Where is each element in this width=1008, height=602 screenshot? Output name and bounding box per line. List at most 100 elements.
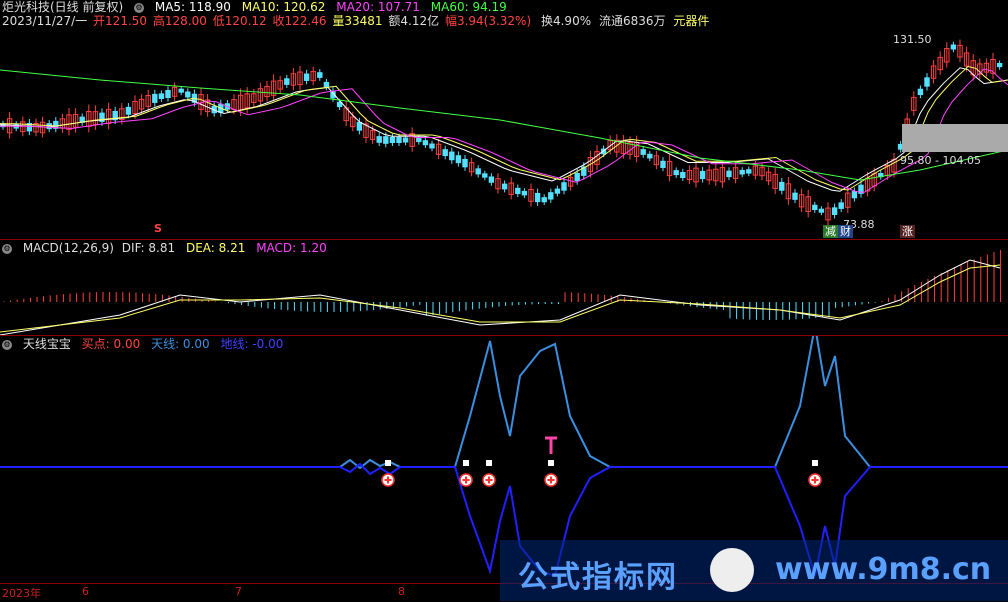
ma5-label: MA5: 118.90 (154, 0, 231, 14)
candle-body (376, 136, 382, 143)
indicator-buy: 买点: 0.00 (81, 337, 141, 351)
candle-body (178, 88, 184, 93)
candle-body (303, 73, 310, 81)
badge-reduce[interactable]: 减 (823, 225, 838, 238)
axis-tick-year: 2023年 (2, 587, 41, 600)
candle-body (561, 182, 567, 191)
watermark-text-cn: 公式指标网 (518, 560, 678, 595)
candle-body (647, 153, 653, 159)
ma10-label: MA10: 120.62 (241, 0, 326, 14)
dea-line (0, 264, 1001, 333)
candle-body (429, 143, 435, 149)
range-label: 95.80 - 104.05 (900, 154, 981, 167)
quote-amount: 额4.12亿 (388, 14, 440, 28)
candle-body (673, 170, 679, 176)
candle-body (574, 172, 580, 182)
candle-body (746, 169, 752, 174)
candle-body (726, 170, 732, 178)
sky-line (0, 336, 1008, 470)
indicator-settings-icon[interactable]: ⚙ (2, 339, 12, 350)
watermark-text-url: www.9m8.cn (775, 552, 992, 587)
buy-marker-square (486, 460, 492, 466)
candle-body (158, 93, 165, 100)
ma60-label: MA60: 94.19 (430, 0, 507, 14)
candle-body (455, 155, 462, 164)
candle-body (482, 173, 488, 178)
candle-body (838, 202, 844, 209)
quote-close: 收122.46 (272, 14, 327, 28)
quote-low: 低120.12 (212, 14, 267, 28)
candle-body (356, 121, 363, 131)
candle-body (416, 137, 422, 143)
candle-body (185, 91, 191, 98)
ma20-line (0, 68, 1008, 194)
macd-title: MACD(12,26,9) (22, 241, 114, 255)
badge-rise[interactable]: 涨 (900, 225, 915, 238)
ma20-label: MA20: 107.71 (336, 0, 420, 14)
sell-signal-s: S (154, 222, 162, 235)
candle-body (812, 204, 818, 211)
candle-body (449, 151, 455, 161)
candle-body (548, 192, 554, 200)
main-header-row: 炬光科技(日线 前复权) ⚙ MA5: 118.90 MA10: 120.62 … (2, 0, 514, 15)
price-chart[interactable] (0, 0, 1008, 240)
candle-body (396, 136, 402, 144)
candle-body (323, 81, 330, 88)
axis-tick-7: 7 (235, 585, 242, 598)
candle-body (442, 149, 448, 157)
macd-settings-icon[interactable]: ⚙ (2, 243, 12, 254)
candle-body (680, 172, 686, 178)
indicator-header: ⚙ 天线宝宝 买点: 0.00 天线: 0.00 地线: -0.00 (2, 337, 290, 352)
quote-volume: 量33481 (332, 14, 383, 28)
candle-body (792, 192, 798, 200)
ma10-line (0, 66, 1008, 191)
candle-body (165, 90, 171, 98)
buy-marker-square (812, 460, 818, 466)
candle-body (660, 160, 666, 168)
badge-finance[interactable]: 财 (838, 225, 853, 238)
candle-body (917, 88, 924, 96)
macd-value: MACD: 1.20 (256, 241, 327, 255)
quote-sector: 元器件 (673, 14, 710, 28)
candle-body (125, 106, 132, 115)
candle-body (284, 78, 290, 85)
candle-body (818, 208, 825, 213)
buy-marker-square (463, 460, 469, 466)
candle-body (554, 188, 561, 194)
candle-body (317, 72, 323, 78)
indicator-title: 天线宝宝 (22, 337, 71, 351)
quote-turnover: 换4.90% (540, 14, 592, 28)
candle-body (924, 77, 930, 87)
highlight-box (902, 124, 1008, 152)
candle-body (699, 170, 706, 180)
quote-float: 流通6836万 (598, 14, 666, 28)
high-price-label: 131.50 (893, 33, 932, 46)
dif-line (0, 259, 1001, 336)
candle-body (739, 169, 745, 175)
candle-body (851, 191, 858, 199)
macd-dea: DEA: 8.21 (185, 241, 246, 255)
ma5-line (0, 67, 1008, 192)
buy-marker-square (548, 460, 554, 466)
quote-range: 幅3.94(3.32%) (444, 14, 532, 28)
axis-tick-6: 6 (82, 585, 89, 598)
buy-marker-square (385, 460, 391, 466)
indicator-ground: 地线: -0.00 (220, 337, 284, 351)
settings-icon[interactable]: ⚙ (134, 2, 145, 13)
candle-body (541, 197, 547, 203)
candle-body (152, 93, 158, 103)
candle-body (462, 158, 468, 168)
watermark-banner: 公式指标网 www.9m8.cn (500, 540, 1008, 601)
watermark-logo-icon (710, 548, 754, 592)
candle-body (389, 136, 396, 144)
axis-tick-8: 8 (398, 585, 405, 598)
candle-body (950, 44, 957, 50)
quote-row: 2023/11/27/一 开121.50 高128.00 低120.12 收12… (2, 14, 716, 29)
candle-body (515, 187, 521, 195)
stock-title: 炬光科技(日线 前复权) (2, 0, 124, 14)
macd-header: ⚙ MACD(12,26,9) DIF: 8.81 DEA: 8.21 MACD… (2, 241, 334, 256)
quote-open: 开121.50 (93, 14, 148, 28)
quote-date: 2023/11/27/一 (2, 14, 88, 28)
candle-body (831, 207, 838, 216)
candle-body (521, 190, 528, 196)
